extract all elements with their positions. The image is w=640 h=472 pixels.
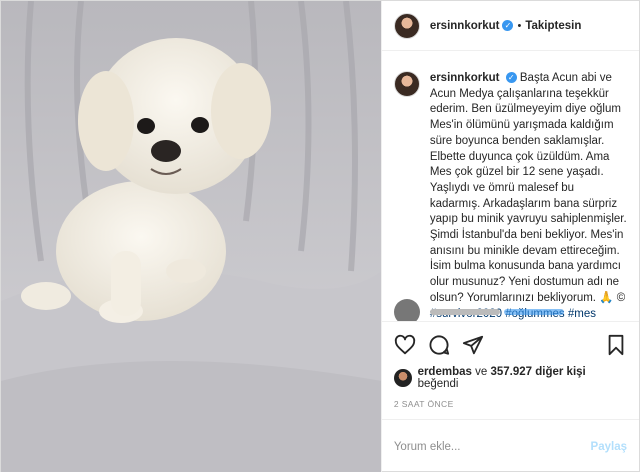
likes-verb: beğendi xyxy=(417,378,459,390)
header-username[interactable]: ersinnkorkut xyxy=(430,20,500,32)
caption: ersinnkorkut ✓ Başta Acun abi ve Acun Me… xyxy=(393,71,627,321)
dog-photo-image xyxy=(1,1,381,472)
action-bar: erdembas ve 357.927 diğer kişi beğendi 2… xyxy=(381,321,639,419)
comment-row-partial xyxy=(393,299,627,321)
likes-count[interactable]: 357.927 xyxy=(490,366,532,378)
comment-icon[interactable] xyxy=(428,334,450,356)
likes-connector: ve xyxy=(475,366,488,378)
likes-summary: erdembas ve 357.927 diğer kişi beğendi xyxy=(393,366,627,390)
share-icon[interactable] xyxy=(462,334,484,356)
caption-avatar[interactable] xyxy=(393,71,420,97)
caption-text-block: ersinnkorkut ✓ Başta Acun abi ve Acun Me… xyxy=(430,71,627,321)
caption-verified-badge-icon: ✓ xyxy=(505,72,517,84)
liker-username[interactable]: erdembas xyxy=(418,366,472,378)
comment-composer: Paylaş xyxy=(381,419,639,472)
verified-badge-icon: ✓ xyxy=(502,20,514,31)
caption-text: Başta Acun abi ve Acun Medya çalışanları… xyxy=(429,72,627,304)
likes-others[interactable]: diğer kişi xyxy=(535,366,586,378)
comment-avatar[interactable] xyxy=(393,299,420,321)
caption-username[interactable]: ersinnkorkut xyxy=(430,72,500,84)
liker-avatar[interactable] xyxy=(393,369,412,387)
heart-icon[interactable] xyxy=(394,334,416,356)
post-sidebar: ersinnkorkut ✓ • Takiptesin ersinnkorkut… xyxy=(380,1,639,472)
header-separator: • xyxy=(517,19,522,32)
avatar[interactable] xyxy=(393,12,420,39)
comment-placeholder-line-2 xyxy=(503,309,564,315)
post-photo[interactable] xyxy=(1,1,381,472)
post-timestamp[interactable]: 2 SAAT ÖNCE xyxy=(394,399,627,419)
comment-placeholder-line xyxy=(429,309,500,315)
instagram-post: ersinnkorkut ✓ • Takiptesin ersinnkorkut… xyxy=(0,0,640,472)
bookmark-icon[interactable] xyxy=(605,334,627,356)
post-header: ersinnkorkut ✓ • Takiptesin xyxy=(381,1,639,51)
post-comment-button[interactable]: Paylaş xyxy=(591,441,627,453)
action-icons xyxy=(394,330,627,360)
following-button[interactable]: Takiptesin xyxy=(525,20,581,32)
comment-input[interactable] xyxy=(393,440,591,453)
comments-section[interactable]: ersinnkorkut ✓ Başta Acun abi ve Acun Me… xyxy=(382,51,639,321)
